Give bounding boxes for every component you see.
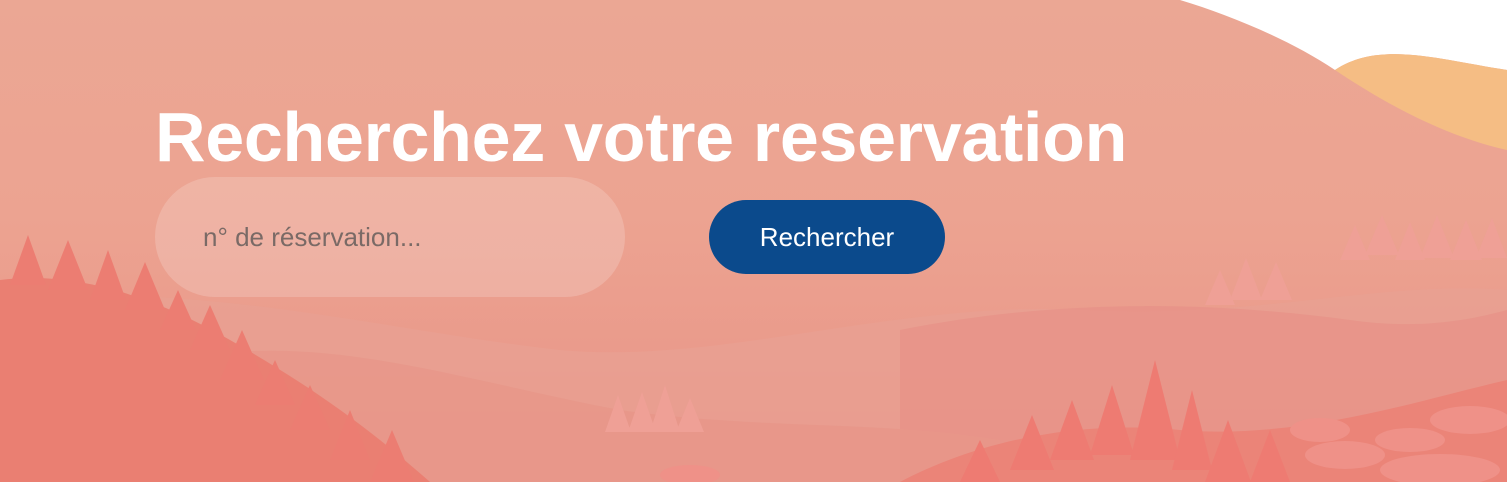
search-button[interactable]: Rechercher — [709, 200, 945, 274]
sun-illustration — [1180, 0, 1507, 150]
hero-banner: Recherchez votre reservation Rechercher — [0, 0, 1507, 482]
reservation-number-input[interactable] — [155, 177, 625, 297]
page-title: Recherchez votre reservation — [155, 98, 1128, 176]
